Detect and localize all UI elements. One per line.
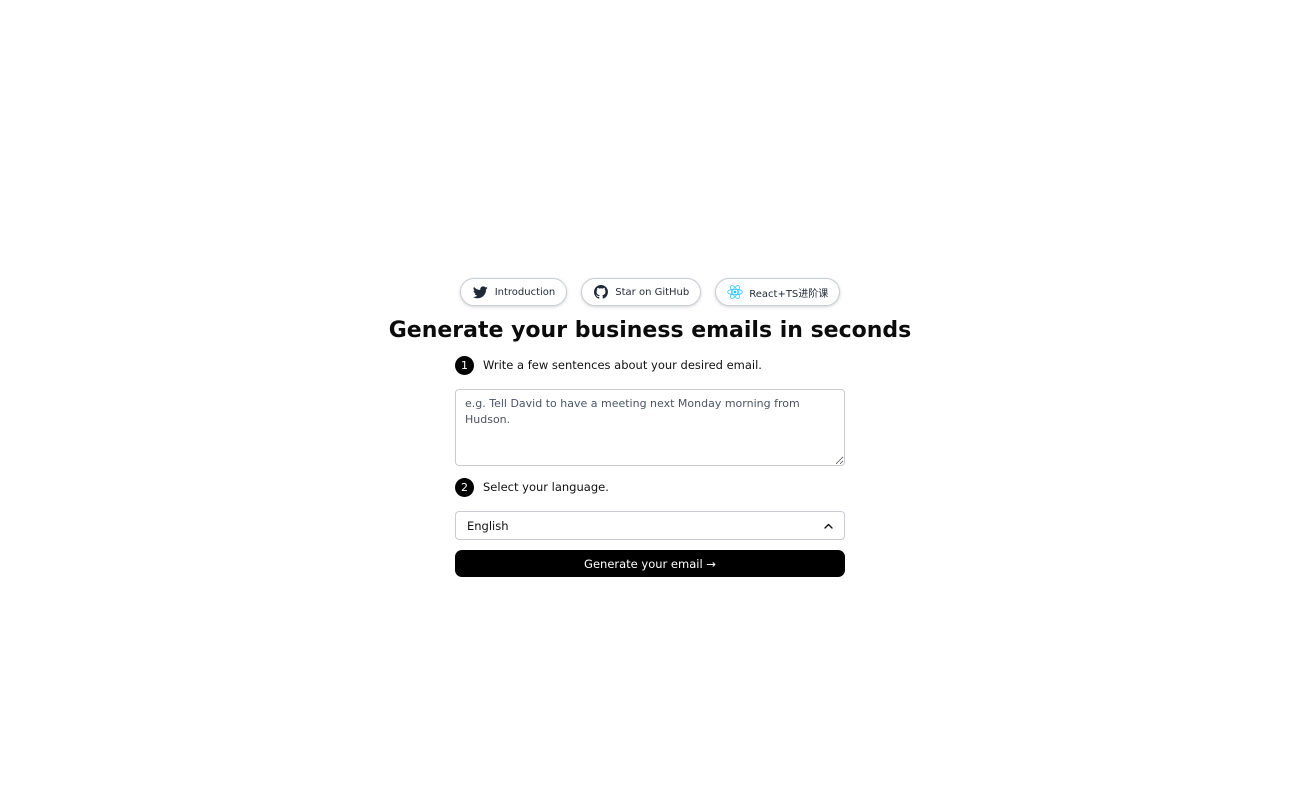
step-1: 1 Write a few sentences about your desir… xyxy=(455,355,845,375)
link-row: Introduction Star on GitHub React+TS进阶课 xyxy=(0,278,1300,306)
step-1-number: 1 xyxy=(455,355,474,375)
introduction-label: Introduction xyxy=(494,286,556,298)
page-title: Generate your business emails in seconds xyxy=(388,318,912,343)
github-star-link[interactable]: Star on GitHub xyxy=(581,278,702,306)
react-icon xyxy=(727,284,743,300)
github-icon xyxy=(593,284,609,300)
step-2: 2 Select your language. xyxy=(455,477,845,497)
react-course-link[interactable]: React+TS进阶课 xyxy=(715,278,841,306)
chevron-up-icon xyxy=(823,521,833,531)
page: Introduction Star on GitHub React+TS进阶课 … xyxy=(0,0,1300,788)
step-2-number: 2 xyxy=(455,477,474,497)
step-2-label: Select your language. xyxy=(483,480,609,494)
email-form: 1 Write a few sentences about your desir… xyxy=(455,355,845,577)
language-selected-value: English xyxy=(467,518,509,533)
twitter-icon xyxy=(473,284,489,300)
step-1-label: Write a few sentences about your desired… xyxy=(483,358,762,372)
email-description-input[interactable] xyxy=(455,389,845,466)
generate-email-button[interactable]: Generate your email → xyxy=(455,550,845,577)
github-star-label: Star on GitHub xyxy=(615,286,690,298)
react-course-label: React+TS进阶课 xyxy=(749,288,829,300)
language-select[interactable]: English xyxy=(455,511,845,540)
introduction-link[interactable]: Introduction xyxy=(459,278,568,306)
